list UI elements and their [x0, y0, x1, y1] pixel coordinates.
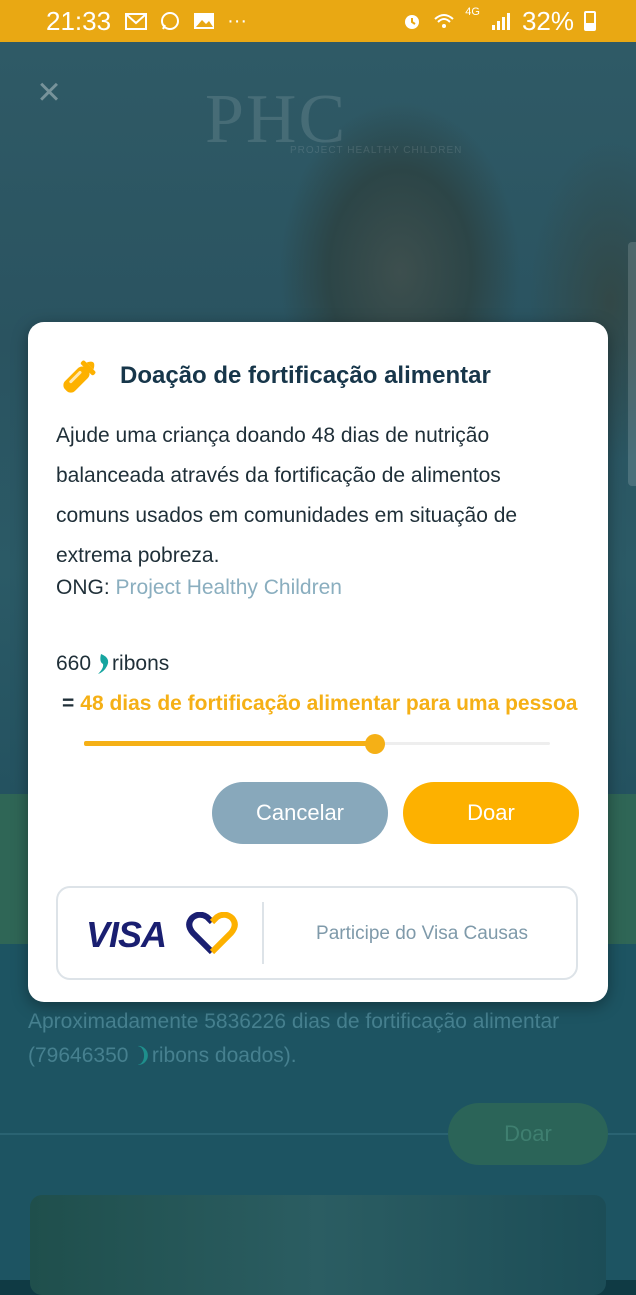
next-cause-card[interactable]	[30, 1195, 606, 1295]
equivalence-text: 48 dias de fortificação alimentar para u…	[80, 692, 578, 715]
baby-bottle-icon	[63, 360, 96, 393]
modal-description: Ajude uma criança doando 48 dias de nutr…	[56, 424, 518, 567]
battery-percent: 32%	[521, 5, 574, 36]
currency-label: ribons	[112, 652, 170, 675]
wifi-icon	[434, 14, 454, 28]
notification-icons: ···	[125, 10, 247, 33]
close-icon[interactable]: ×	[32, 72, 66, 112]
battery-icon	[584, 11, 596, 31]
alarm-icon	[405, 15, 420, 29]
visa-causas-banner[interactable]: VISA Participe do Visa Causas	[56, 886, 578, 980]
ribon-coin-icon	[98, 654, 109, 674]
system-icons: 4G 32%	[401, 6, 596, 37]
side-handle	[628, 242, 636, 486]
network-type: 4G	[465, 5, 480, 18]
visa-logo: VISA	[86, 914, 167, 955]
donate-button[interactable]: Doar	[403, 782, 579, 844]
ong-line: ONG: Project Healthy Children	[56, 576, 342, 600]
donation-amount: 660 ribons	[56, 652, 169, 676]
ribon-coin-icon: ❩	[134, 1044, 152, 1067]
donation-stats: Aproximadamente 5836226 dias de fortific…	[28, 1010, 560, 1067]
amount-value: 660	[56, 652, 92, 675]
heart-icon	[186, 912, 238, 955]
more-icon: ···	[227, 9, 248, 32]
equivalence-line: = 48 dias de fortificação alimentar para …	[62, 692, 577, 716]
modal-title: Doação de fortificação alimentar	[120, 362, 491, 389]
phc-logo-subtitle: PROJECT HEALTHY CHILDREN	[290, 145, 463, 156]
ong-link[interactable]: Project Healthy Children	[116, 576, 342, 599]
equals-sign: =	[62, 692, 75, 715]
amount-slider[interactable]	[84, 732, 550, 756]
whatsapp-icon	[161, 12, 180, 30]
gallery-icon	[194, 13, 215, 29]
modal-header: Doação de fortificação alimentar	[56, 352, 491, 400]
gmail-icon	[125, 13, 148, 30]
visa-causas-link[interactable]: Participe do Visa Causas	[264, 888, 580, 980]
background-donate-button[interactable]: Doar	[448, 1103, 608, 1165]
slider-fill	[84, 741, 376, 746]
ong-label: ONG:	[56, 576, 110, 599]
slider-thumb[interactable]	[365, 734, 386, 754]
status-bar: 21:33 ··· 4G 32%	[0, 0, 636, 42]
cancel-button[interactable]: Cancelar	[212, 782, 388, 844]
donation-modal: Doação de fortificação alimentar Ajude u…	[28, 322, 608, 1002]
signal-icon	[491, 13, 510, 30]
status-time: 21:33	[46, 5, 112, 36]
